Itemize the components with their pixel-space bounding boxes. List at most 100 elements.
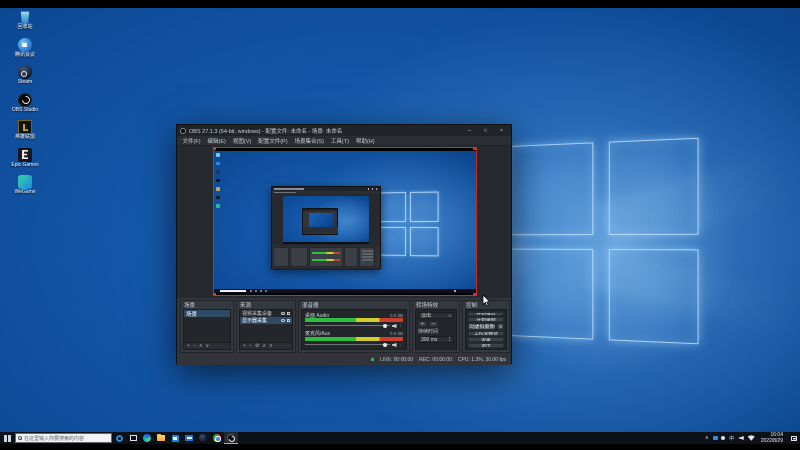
menu-scene-collection[interactable]: 场景集合(S): [291, 137, 327, 145]
obs-menu-bar: 文件(F) 编辑(E) 视图(V) 配置文件(P) 场景集合(S) 工具(T) …: [177, 136, 511, 146]
cortana-button[interactable]: [112, 432, 126, 444]
desktop-icon-obs[interactable]: OBS Studio: [4, 92, 46, 114]
source-list-item-selected[interactable]: 显示器采集: [240, 317, 292, 324]
source-list-item[interactable]: 视频采集设备: [240, 310, 292, 317]
mouse-cursor: [482, 295, 491, 307]
status-rec: REC: 00:00:00: [419, 356, 452, 363]
add-scene-button[interactable]: +: [187, 343, 190, 349]
source-handle[interactable]: [213, 293, 216, 296]
speaker-icon[interactable]: [391, 323, 397, 328]
hidden-icons-caret[interactable]: ∧: [702, 435, 712, 441]
visibility-eye-icon[interactable]: [281, 319, 285, 322]
volume-slider[interactable]: [305, 342, 390, 347]
settings-button[interactable]: 设置: [468, 336, 504, 342]
start-recording-button[interactable]: 开始录制: [468, 317, 504, 323]
channel-options-icon[interactable]: ⋮: [399, 342, 404, 348]
obs-preview-area: [177, 146, 511, 298]
epic-games-icon: [18, 147, 32, 162]
channel-options-icon[interactable]: ⋮: [399, 323, 404, 329]
menu-tools[interactable]: 工具(T): [327, 137, 352, 145]
steam-icon: [18, 65, 32, 79]
scene-down-button[interactable]: ∨: [206, 343, 210, 349]
taskbar-app-store[interactable]: [168, 432, 182, 444]
taskbar-app-edge[interactable]: [140, 432, 154, 444]
transitions-body: 淡出 ∨ + − 持续时间 300 ms ▲ ▼: [415, 309, 457, 350]
source-handle[interactable]: [473, 147, 476, 150]
add-source-button[interactable]: +: [243, 343, 246, 349]
tray-cloud-icon[interactable]: [720, 435, 726, 441]
desktop-icon-steam[interactable]: Steam: [4, 65, 46, 86]
spin-down-icon[interactable]: ▼: [448, 339, 451, 343]
start-button[interactable]: [0, 432, 15, 444]
obs-docks-row: 场景 场景 + − ∧ ∨ 来源 视频采集设备 显示器采集 + − ⚙ ∧ ∨ …: [177, 298, 511, 354]
volume-slider-knob[interactable]: [382, 323, 387, 328]
add-transition-button[interactable]: +: [418, 321, 427, 327]
volume-icon[interactable]: [738, 436, 744, 440]
letterbox-bottom: [0, 444, 800, 450]
exit-button[interactable]: 退出: [468, 342, 504, 348]
search-input[interactable]: 在这里输入你要搜索的内容: [15, 433, 112, 443]
start-streaming-button[interactable]: 开始推流: [468, 311, 504, 317]
scene-up-button[interactable]: ∧: [199, 343, 203, 349]
taskbar-app-obs-active[interactable]: [224, 432, 238, 444]
volume-slider-knob[interactable]: [382, 342, 387, 347]
taskbar-app-chrome[interactable]: [210, 432, 224, 444]
remove-transition-button[interactable]: −: [429, 321, 438, 327]
network-icon[interactable]: [747, 435, 755, 441]
visibility-eye-icon[interactable]: [281, 312, 285, 315]
source-up-button[interactable]: ∧: [262, 343, 266, 349]
menu-file[interactable]: 文件(F): [179, 137, 204, 145]
desktop-icon-wegame[interactable]: WeGame: [4, 175, 46, 196]
close-button[interactable]: ×: [495, 125, 508, 136]
obs-icon: [18, 92, 32, 107]
action-center-button[interactable]: [787, 432, 800, 444]
league-of-legends-icon: [18, 120, 32, 134]
lock-icon[interactable]: [287, 312, 290, 315]
source-handle[interactable]: [473, 293, 476, 296]
preview-recursion-taskbar: [283, 242, 369, 244]
menu-help[interactable]: 帮助(H): [352, 137, 378, 145]
mixer-dock-title: 混音器: [302, 303, 319, 309]
taskbar-clock[interactable]: 16:04 2022/8/29: [757, 432, 787, 444]
menu-view[interactable]: 视图(V): [229, 137, 254, 145]
scene-list-item[interactable]: 场景: [184, 310, 230, 318]
obs-title-bar[interactable]: OBS 27.1.3 (64-bit, windows) - 配置文件: 未命名…: [177, 125, 511, 136]
menu-edit[interactable]: 编辑(E): [204, 137, 229, 145]
desktop-icon-lol[interactable]: 英雄联盟: [4, 120, 46, 141]
scenes-dock-title: 场景: [184, 303, 196, 309]
status-live: LIVE: 00:00:00: [380, 356, 414, 363]
transition-select[interactable]: 淡出 ∨: [418, 312, 454, 319]
volume-slider[interactable]: [305, 323, 390, 328]
obs-app-icon: [180, 127, 186, 134]
taskbar-app-steam[interactable]: [196, 432, 210, 444]
source-properties-button[interactable]: ⚙: [255, 343, 259, 349]
desktop-icon-epic[interactable]: Epic Games: [4, 147, 46, 169]
source-down-button[interactable]: ∨: [269, 343, 273, 349]
taskbar-app-mail[interactable]: [182, 432, 196, 444]
display-capture-preview[interactable]: [213, 147, 477, 296]
desktop-icon-meeting[interactable]: 腾讯会议: [4, 37, 46, 59]
mixer-channel-db: 0.0 dB: [389, 331, 403, 337]
virtualcam-config-button[interactable]: ⚙: [497, 323, 504, 330]
obs-window: OBS 27.1.3 (64-bit, windows) - 配置文件: 未命名…: [176, 124, 512, 365]
taskbar-app-explorer[interactable]: [154, 432, 168, 444]
remove-scene-button[interactable]: −: [193, 343, 196, 349]
maximize-button[interactable]: □: [479, 125, 492, 136]
source-handle[interactable]: [213, 147, 216, 150]
preview-obs-window: [271, 186, 381, 270]
menu-profile[interactable]: 配置文件(P): [255, 137, 291, 145]
start-virtualcam-button[interactable]: 启动虚拟摄像机: [468, 323, 496, 330]
duration-spinner[interactable]: 300 ms ▲ ▼: [418, 336, 454, 343]
remove-source-button[interactable]: −: [249, 343, 252, 349]
studio-mode-button[interactable]: 工作室模式: [468, 330, 504, 336]
task-view-button[interactable]: [126, 432, 140, 444]
tray-app-icon[interactable]: [713, 435, 718, 441]
obs-window-title: OBS 27.1.3 (64-bit, windows) - 配置文件: 未命名…: [189, 128, 343, 135]
desktop-icon-recycle-bin[interactable]: 回收站: [4, 10, 46, 31]
recycle-bin-icon: [20, 11, 30, 24]
ime-indicator[interactable]: 中: [727, 435, 737, 442]
minimize-button[interactable]: ─: [463, 125, 476, 136]
speaker-icon[interactable]: [391, 342, 397, 347]
lock-icon[interactable]: [287, 319, 290, 322]
controls-body: 开始推流 开始录制 启动虚拟摄像机 ⚙ 工作室模式 设置 退出: [465, 309, 507, 350]
